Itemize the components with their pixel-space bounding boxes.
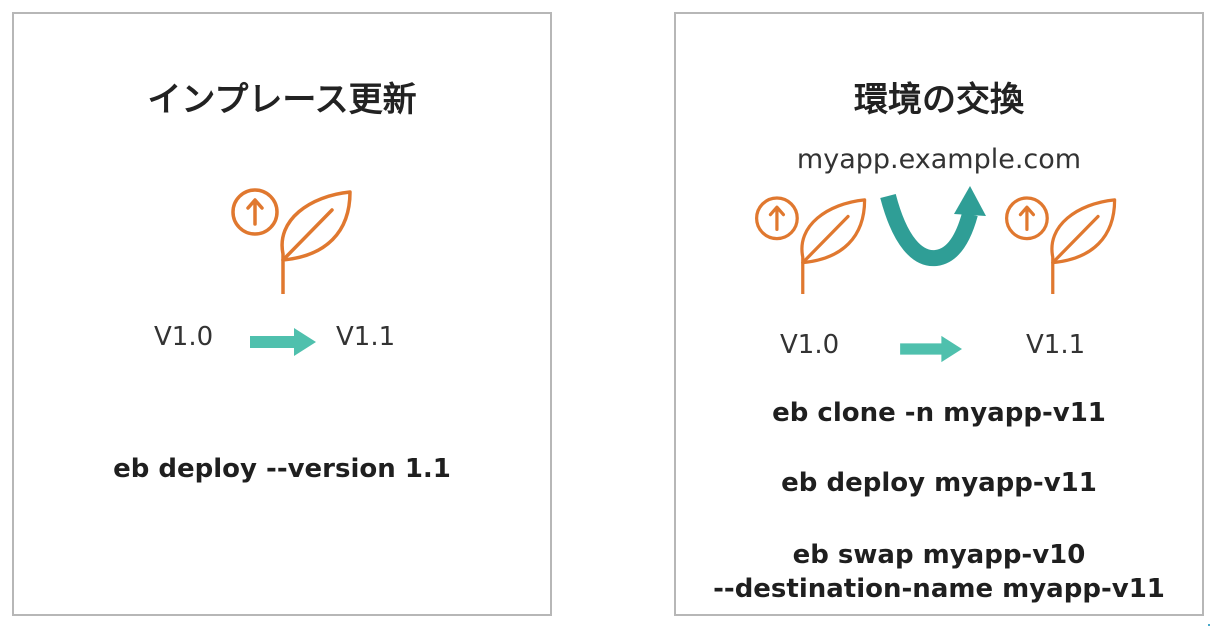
in-place-update-panel: インプレース更新 V1.0 V1.1 eb deploy --version 1… (12, 12, 552, 616)
corner-marker (1208, 624, 1210, 626)
clone-command: eb clone -n myapp-v11 (772, 398, 1106, 428)
swap-command-line2: --destination-name myapp-v11 (713, 574, 1165, 604)
panel-title: 環境の交換 (854, 80, 1024, 120)
elastic-beanstalk-icon (755, 196, 867, 294)
from-version-label: V1.0 (780, 330, 840, 360)
deploy-command: eb deploy myapp-v11 (781, 468, 1097, 498)
panel-title: インプレース更新 (147, 80, 417, 120)
swap-command-line1: eb swap myapp-v10 (792, 540, 1086, 570)
elastic-beanstalk-icon (231, 188, 352, 294)
deploy-command: eb deploy --version 1.1 (113, 454, 451, 484)
url-label: myapp.example.com (796, 144, 1082, 175)
swap-arrow-icon (880, 186, 986, 267)
to-version-label: V1.1 (1026, 330, 1086, 360)
right-arrow-icon (900, 335, 962, 363)
elastic-beanstalk-icon (1005, 196, 1117, 294)
right-arrow-icon (250, 328, 316, 356)
environment-swap-panel: 環境の交換 myapp.example.com V1.0 V1.1 eb clo… (674, 12, 1204, 616)
to-version-label: V1.1 (336, 322, 396, 352)
from-version-label: V1.0 (154, 322, 214, 352)
